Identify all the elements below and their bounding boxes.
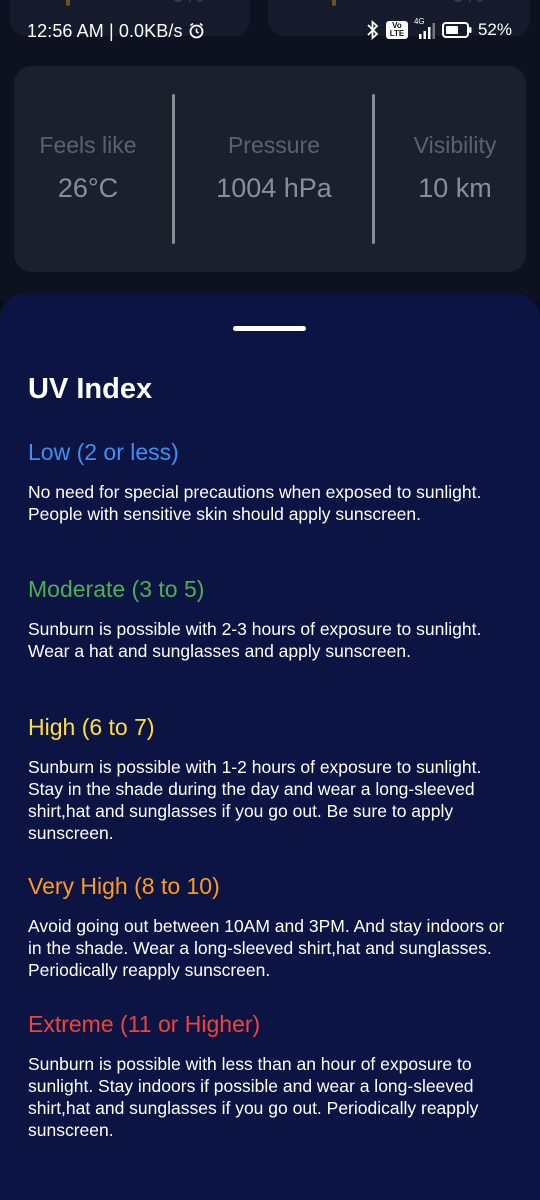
uv-level-heading: Low (2 or less) xyxy=(28,439,179,465)
uv-level-description: Sunburn is possible with 2-3 hours of ex… xyxy=(28,619,482,661)
feels-like-label: Feels like xyxy=(39,132,137,158)
visibility-column: Visibility 10 km xyxy=(384,132,526,204)
pressure-value: 1004 hPa xyxy=(216,173,332,203)
uv-level-low: Low (2 or less) No need for special prec… xyxy=(28,437,516,525)
alarm-icon xyxy=(188,21,205,41)
battery-icon xyxy=(441,22,472,38)
divider xyxy=(172,94,175,244)
pressure-column: Pressure 1004 hPa xyxy=(184,132,364,204)
status-bar: 12:56 AM | 0.0KB/s Vo LTE 4G 52% xyxy=(0,0,540,62)
sheet-title: UV Index xyxy=(28,373,153,405)
bluetooth-icon xyxy=(367,20,379,40)
divider xyxy=(372,94,375,244)
pressure-label: Pressure xyxy=(227,132,321,158)
uv-level-description: Sunburn is possible with less than an ho… xyxy=(28,1054,479,1140)
status-time-speed: 12:56 AM | 0.0KB/s xyxy=(27,21,205,42)
uv-level-high: High (6 to 7) Sunburn is possible with 1… xyxy=(28,712,516,844)
volte-icon: Vo LTE xyxy=(385,21,408,39)
visibility-value: 10 km xyxy=(418,173,492,203)
drag-handle[interactable] xyxy=(233,326,306,331)
uv-level-very-high: Very High (8 to 10) Avoid going out betw… xyxy=(28,871,516,981)
uv-level-heading: Extreme (11 or Higher) xyxy=(28,1011,261,1037)
uv-level-description: Sunburn is possible with 1-2 hours of ex… xyxy=(28,757,482,843)
uv-level-heading: High (6 to 7) xyxy=(28,714,155,740)
uv-level-description: No need for special precautions when exp… xyxy=(28,482,482,524)
uv-level-heading: Moderate (3 to 5) xyxy=(28,576,205,602)
feels-like-column: Feels like 26°C xyxy=(14,132,162,204)
status-icons: Vo LTE 4G 52% xyxy=(366,17,512,40)
time-and-speed: 12:56 AM | 0.0KB/s xyxy=(27,21,183,41)
uv-level-description: Avoid going out between 10AM and 3PM. An… xyxy=(28,916,505,980)
signal-icon: 4G xyxy=(414,17,436,40)
uv-level-moderate: Moderate (3 to 5) Sunburn is possible wi… xyxy=(28,574,516,662)
feels-like-value: 26°C xyxy=(57,173,119,203)
uv-level-extreme: Extreme (11 or Higher) Sunburn is possib… xyxy=(28,1009,516,1141)
weather-details-card: Feels like 26°C Pressure 1004 hPa Visibi… xyxy=(14,66,526,272)
visibility-label: Visibility xyxy=(413,132,497,158)
uv-level-heading: Very High (8 to 10) xyxy=(28,873,220,899)
uv-index-bottom-sheet: UV Index Low (2 or less) No need for spe… xyxy=(0,293,540,1200)
battery-percent: 52% xyxy=(477,20,512,39)
